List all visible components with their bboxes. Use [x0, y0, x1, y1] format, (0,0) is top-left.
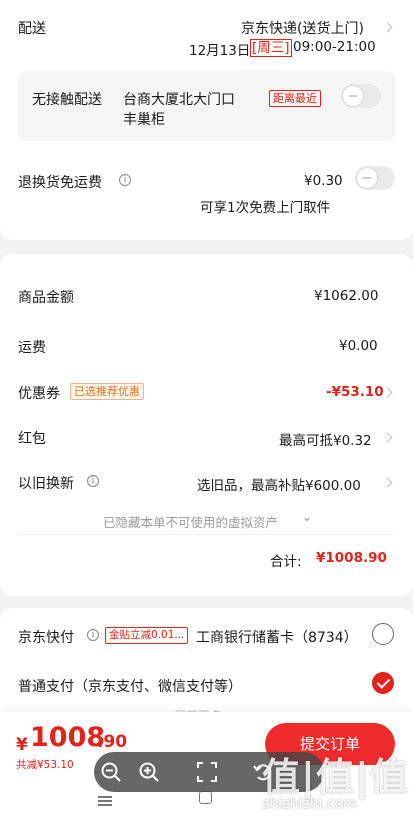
info-icon[interactable]: i [119, 174, 131, 186]
total-value: ¥1008.90 [316, 550, 387, 566]
tradein-info-icon[interactable]: i [87, 475, 99, 487]
delivery-time[interactable]: 09:00-21:00 [293, 39, 376, 55]
saved-amount: 共减¥53.10 [16, 759, 74, 771]
normal-pay-radio[interactable] [372, 672, 394, 694]
fullscreen-icon[interactable] [196, 761, 218, 783]
watermark-logo: 值|值|值 [262, 755, 409, 799]
divider [18, 534, 395, 535]
locker-name: 丰巢柜 [123, 112, 165, 128]
coupon-tag: 已选推荐优惠 [70, 383, 144, 400]
coupon-chevron-icon[interactable] [382, 387, 393, 398]
zoom-out-icon[interactable] [100, 761, 122, 783]
redpacket-value[interactable]: 最高可抵¥0.32 [279, 429, 372, 449]
freight-label: 运费 [18, 340, 46, 356]
redpacket-label: 红包 [18, 431, 46, 447]
redpacket-chevron-icon[interactable] [382, 432, 393, 443]
tradein-label: 以旧换新 [18, 476, 74, 492]
bank-card-label: 工商银行储蓄卡（8734） [196, 630, 358, 646]
jd-fast-pay-label: 京东快付 [18, 630, 74, 646]
delivery-weekday: [周三] [250, 39, 292, 57]
home-icon[interactable] [199, 791, 212, 804]
total-label: 合计: [270, 554, 302, 570]
return-shipping-toggle[interactable] [355, 166, 395, 190]
freight-value: ¥0.00 [339, 338, 378, 354]
goods-amount-value: ¥1062.00 [314, 288, 379, 304]
coupon-label: 优惠券 [18, 386, 60, 402]
return-shipping-label: 退换货免运费 [18, 175, 102, 191]
jd-fast-pay-info-icon[interactable]: i [87, 629, 99, 641]
jd-fast-pay-tag: 金贴立减0.01... [105, 627, 189, 644]
coupon-value[interactable]: -¥53.10 [326, 384, 384, 400]
zoom-in-icon[interactable] [138, 761, 160, 783]
delivery-card: 配送 京东快递(送货上门) 12月13日 [周三] 09:00-21:00 无接… [0, 0, 413, 240]
menu-icon[interactable] [98, 800, 112, 802]
contactless-toggle[interactable] [341, 84, 381, 108]
return-shipping-price: ¥0.30 [304, 173, 343, 189]
contactless-label: 无接触配送 [32, 92, 102, 108]
delivery-chevron-icon[interactable] [382, 22, 393, 33]
watermark-url: zhizhizhi.com [262, 796, 357, 812]
delivery-method[interactable]: 京东快递(送货上门) [241, 18, 364, 38]
delivery-label: 配送 [18, 21, 46, 37]
locker-address: 台商大厦北大门口 [123, 92, 235, 108]
price-integer: 1008 [30, 722, 106, 753]
nearest-tag: 距离最近 [269, 90, 321, 107]
return-shipping-desc: 可享1次免费上门取件 [200, 200, 331, 216]
price-decimal: .90 [97, 732, 128, 752]
delivery-date[interactable]: 12月13日 [189, 39, 250, 59]
tradein-chevron-icon[interactable] [382, 477, 393, 488]
price-currency: ¥ [16, 735, 28, 755]
goods-amount-label: 商品金额 [18, 290, 74, 306]
hidden-assets-toggle[interactable]: 已隐藏本单不可使用的虚拟资产 [103, 512, 278, 531]
summary-card: 商品金额 ¥1062.00 运费 ¥0.00 优惠券 已选推荐优惠 -¥53.1… [0, 254, 413, 596]
tradein-value[interactable]: 选旧品，最高补贴¥600.00 [197, 474, 361, 494]
chevron-down-icon[interactable]: ⌄ [302, 510, 312, 524]
normal-pay-label: 普通支付（京东支付、微信支付等） [18, 679, 242, 695]
jd-fast-pay-radio[interactable] [372, 623, 394, 645]
